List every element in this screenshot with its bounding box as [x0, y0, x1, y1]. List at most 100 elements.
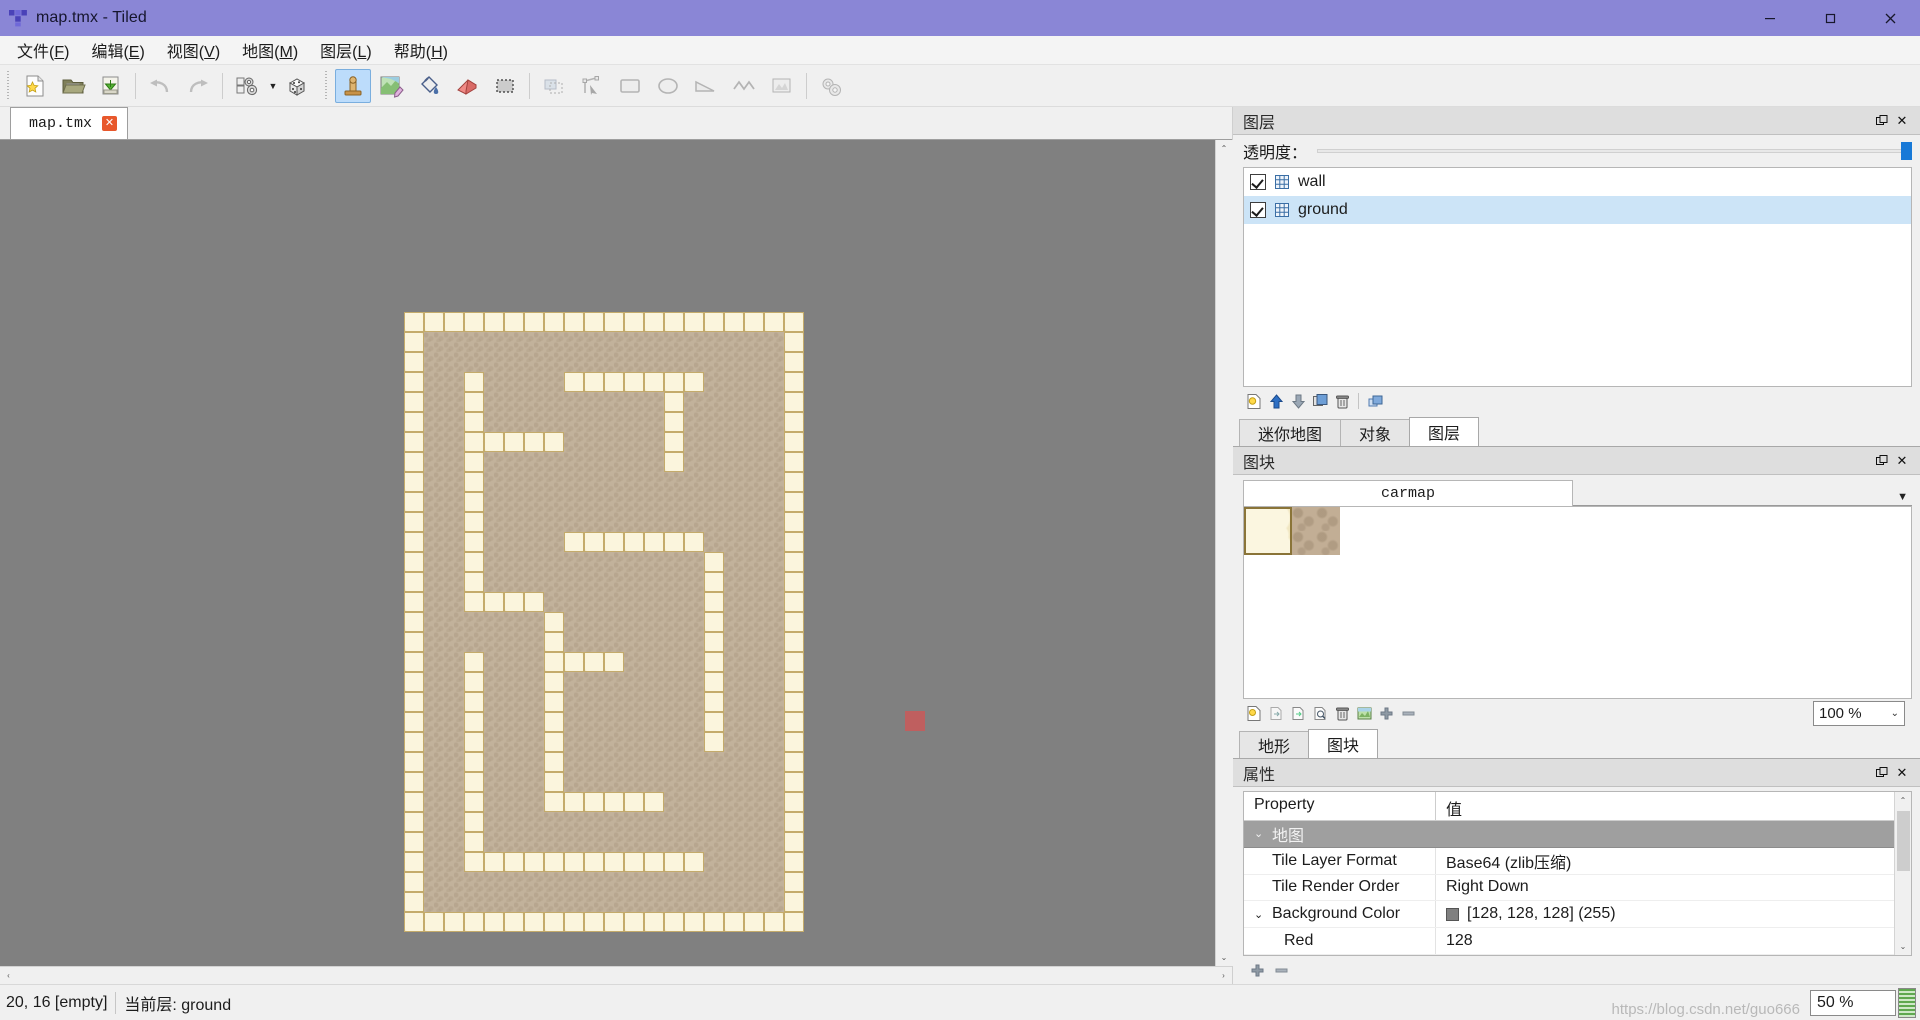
map-tile[interactable] [644, 312, 664, 332]
map-tile[interactable] [644, 612, 664, 632]
map-tile[interactable] [744, 692, 764, 712]
map-tile[interactable] [424, 332, 444, 352]
map-tile[interactable] [504, 632, 524, 652]
map-tile[interactable] [564, 412, 584, 432]
map-tile[interactable] [684, 472, 704, 492]
map-tile[interactable] [684, 792, 704, 812]
tab-minimap[interactable]: 迷你地图 [1239, 419, 1342, 446]
rect-select-tool[interactable] [487, 69, 523, 103]
map-tile[interactable] [624, 732, 644, 752]
map-tile[interactable] [664, 852, 684, 872]
map-tile[interactable] [404, 852, 424, 872]
map-tile[interactable] [464, 552, 484, 572]
map-tile[interactable] [644, 392, 664, 412]
map-tile[interactable] [484, 732, 504, 752]
prop-background-red[interactable]: Red 128 [1244, 928, 1894, 955]
map-tile[interactable] [424, 812, 444, 832]
map-tile[interactable] [464, 812, 484, 832]
map-tile[interactable] [544, 492, 564, 512]
map-tile[interactable] [684, 732, 704, 752]
toolbar-grip[interactable] [4, 70, 13, 101]
map-tile[interactable] [424, 732, 444, 752]
map-tile[interactable] [604, 732, 624, 752]
map-tile[interactable] [504, 832, 524, 852]
map-tile[interactable] [484, 852, 504, 872]
map-tile[interactable] [744, 312, 764, 332]
map-tile[interactable] [724, 352, 744, 372]
map-tile[interactable] [664, 412, 684, 432]
map-tile[interactable] [584, 692, 604, 712]
map-tile[interactable] [564, 852, 584, 872]
map-tile[interactable] [744, 892, 764, 912]
map-tile[interactable] [664, 692, 684, 712]
zoom-level-input[interactable]: 50 % [1810, 989, 1896, 1016]
map-tile[interactable] [724, 492, 744, 512]
map-tile[interactable] [564, 492, 584, 512]
map-tile[interactable] [604, 712, 624, 732]
export-tileset-button[interactable] [1288, 703, 1308, 723]
remove-property-button[interactable] [1271, 960, 1291, 980]
map-tile[interactable] [644, 532, 664, 552]
map-tile[interactable] [524, 712, 544, 732]
map-tile[interactable] [744, 552, 764, 572]
map-tile[interactable] [744, 392, 764, 412]
map-tile[interactable] [704, 332, 724, 352]
zoom-slider[interactable] [1898, 987, 1916, 1018]
map-tile[interactable] [724, 712, 744, 732]
map-tile[interactable] [404, 772, 424, 792]
map-tile[interactable] [444, 792, 464, 812]
scroll-left-icon[interactable]: ‹ [0, 967, 17, 984]
map-tile[interactable] [704, 732, 724, 752]
map-tile[interactable] [604, 852, 624, 872]
chevron-down-icon[interactable]: ⌄ [1254, 827, 1266, 840]
properties-table[interactable]: Property 值 ⌄ 地图 Tile Layer Format Base64… [1243, 791, 1912, 956]
map-tile[interactable] [704, 692, 724, 712]
map-tile[interactable] [524, 732, 544, 752]
map-tile[interactable] [444, 372, 464, 392]
map-tile[interactable] [664, 572, 684, 592]
tile-map-grid[interactable] [404, 312, 804, 932]
map-tile[interactable] [724, 912, 744, 932]
chevron-down-icon[interactable]: ⌄ [1891, 708, 1899, 719]
menu-map[interactable]: 地图(M) [231, 35, 309, 65]
map-tile[interactable] [484, 432, 504, 452]
map-tile[interactable] [644, 652, 664, 672]
map-tile[interactable] [484, 592, 504, 612]
map-tile[interactable] [584, 372, 604, 392]
map-tile[interactable] [644, 372, 664, 392]
map-tile[interactable] [584, 512, 604, 532]
map-tile[interactable] [444, 812, 464, 832]
map-tile[interactable] [764, 572, 784, 592]
map-tile[interactable] [444, 692, 464, 712]
map-tile[interactable] [464, 412, 484, 432]
map-tile[interactable] [704, 432, 724, 452]
map-tile[interactable] [524, 572, 544, 592]
map-tile[interactable] [744, 572, 764, 592]
map-tile[interactable] [644, 332, 664, 352]
map-tile[interactable] [784, 332, 804, 352]
map-tile[interactable] [624, 492, 644, 512]
map-tile[interactable] [704, 912, 724, 932]
map-tile[interactable] [544, 672, 564, 692]
map-tile[interactable] [664, 312, 684, 332]
map-tile[interactable] [684, 392, 704, 412]
map-tile[interactable] [744, 772, 764, 792]
map-tile[interactable] [564, 572, 584, 592]
map-tile[interactable] [404, 812, 424, 832]
map-tile[interactable] [664, 812, 684, 832]
map-tile[interactable] [604, 592, 624, 612]
map-tile[interactable] [484, 672, 504, 692]
map-tile[interactable] [564, 832, 584, 852]
map-tile[interactable] [644, 792, 664, 812]
map-tile[interactable] [604, 892, 624, 912]
map-tile[interactable] [544, 352, 564, 372]
map-tile[interactable] [424, 492, 444, 512]
map-tile[interactable] [584, 632, 604, 652]
map-tile[interactable] [664, 652, 684, 672]
map-tile[interactable] [724, 632, 744, 652]
map-tile[interactable] [404, 732, 424, 752]
map-tile[interactable] [724, 752, 744, 772]
map-tile[interactable] [524, 892, 544, 912]
map-tile[interactable] [784, 452, 804, 472]
map-tile[interactable] [764, 332, 784, 352]
